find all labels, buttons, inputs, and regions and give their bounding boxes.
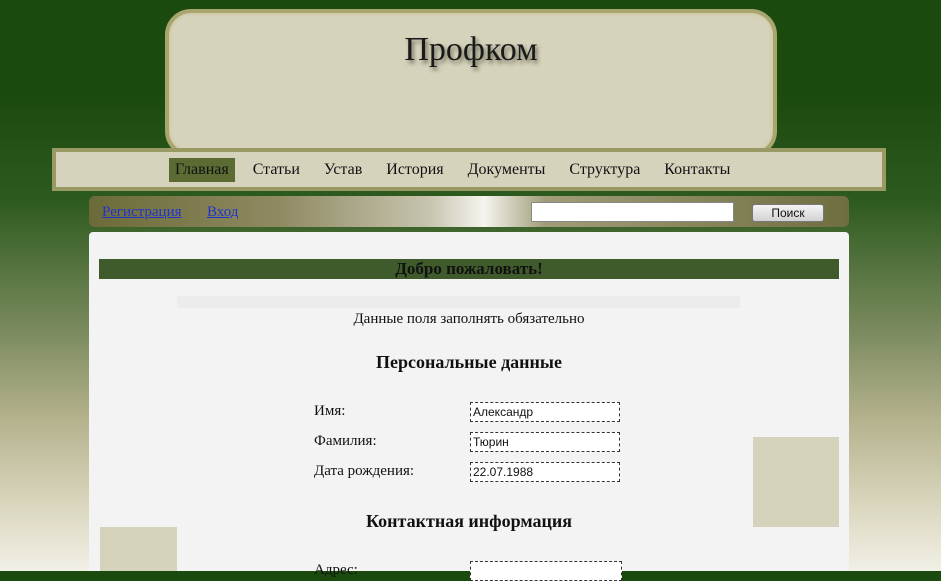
last-name-label: Фамилия: [314,433,377,449]
nav-item-documents[interactable]: Документы [462,158,552,182]
nav-item-structure[interactable]: Структура [563,158,646,182]
site-title: Профком [404,31,538,68]
search-button[interactable]: Поиск [752,204,824,222]
toolbar: Регистрация Вход Поиск [89,196,849,227]
decor-block [100,527,177,571]
decor-block [753,437,839,527]
divider [177,296,740,308]
last-name-field[interactable]: Тюрин [470,432,620,452]
required-note: Данные поля заполнять обязательно [353,311,585,327]
birth-date-field[interactable]: 22.07.1988 [470,462,620,482]
nav-item-history[interactable]: История [380,158,449,182]
login-link[interactable]: Вход [207,204,238,221]
first-name-field[interactable]: Александр [470,402,620,422]
welcome-banner: Добро пожаловать! [99,259,839,279]
personal-data-heading: Персональные данные [376,352,562,372]
register-link[interactable]: Регистрация [102,204,182,221]
address-field[interactable] [470,561,622,581]
site-header: Профком [165,9,777,157]
nav-item-contacts[interactable]: Контакты [658,158,736,182]
nav-item-articles[interactable]: Статьи [247,158,306,182]
contact-info-heading: Контактная информация [366,511,572,531]
birth-date-label: Дата рождения: [314,463,415,479]
main-content: Добро пожаловать! Данные поля заполнять … [89,232,849,581]
nav-item-charter[interactable]: Устав [318,158,368,182]
search-input[interactable] [531,202,734,222]
first-name-label: Имя: [314,403,346,419]
nav-item-home[interactable]: Главная [169,158,235,182]
main-navigation: Главная Статьи Устав История Документы С… [52,148,886,191]
